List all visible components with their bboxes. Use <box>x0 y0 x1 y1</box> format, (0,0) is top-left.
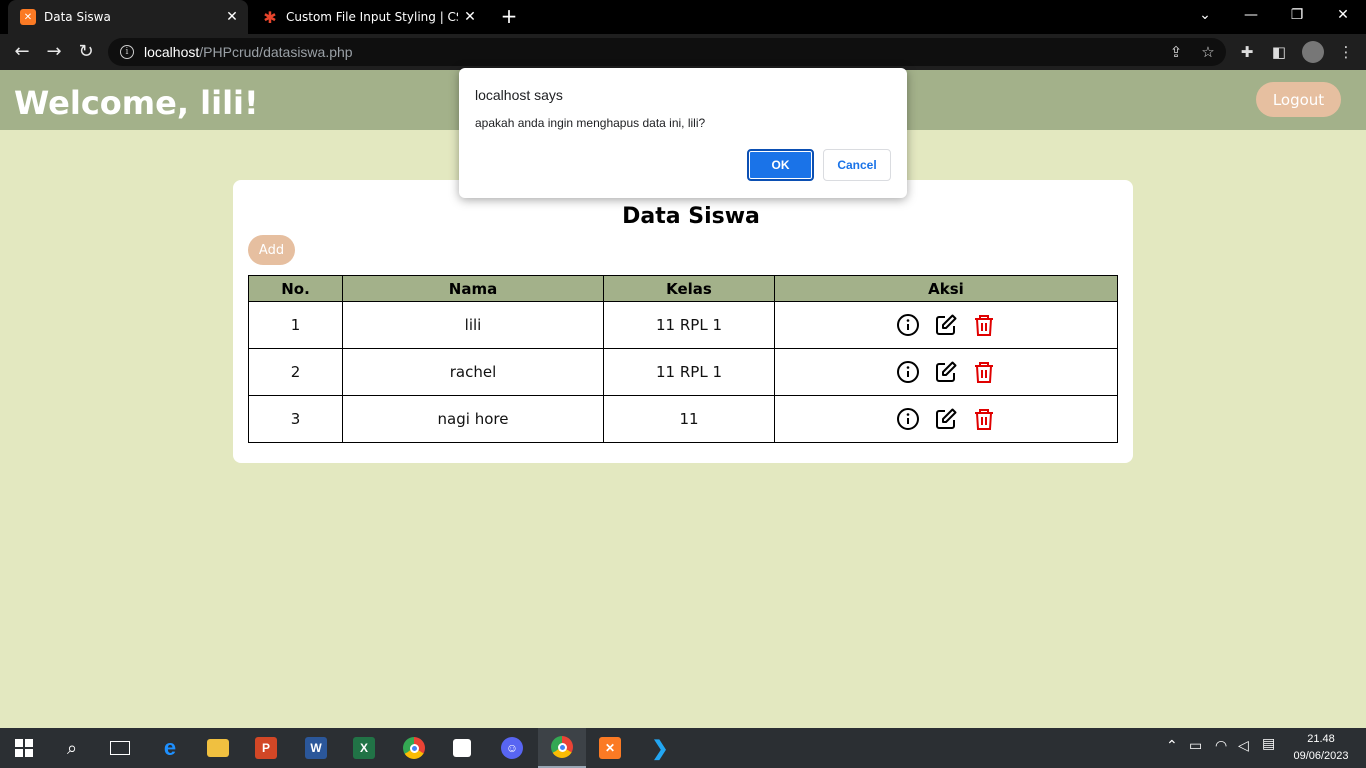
logout-button[interactable]: Logout <box>1256 82 1341 117</box>
task-view-icon[interactable] <box>96 728 144 768</box>
volume-muted-icon[interactable]: ◁ <box>1238 738 1249 754</box>
battery-icon[interactable]: ▭ <box>1189 738 1202 754</box>
vscode-icon[interactable]: ❯ <box>636 728 684 768</box>
data-card: Data Siswa Add No. Nama Kelas Aksi 1 lil… <box>233 180 1133 463</box>
profile-avatar[interactable] <box>1302 41 1324 63</box>
bookmark-star-icon[interactable]: ☆ <box>1198 42 1218 62</box>
site-info-icon[interactable]: i <box>120 45 134 59</box>
notification-icon[interactable]: ▤ <box>1262 736 1275 752</box>
word-icon[interactable]: W <box>292 728 340 768</box>
welcome-heading: Welcome, lili! <box>14 84 259 122</box>
cell-aksi <box>774 395 1118 443</box>
forward-button[interactable]: → <box>42 40 66 64</box>
confirm-dialog: localhost says apakah anda ingin menghap… <box>459 68 907 198</box>
chrome-icon[interactable] <box>390 728 438 768</box>
url-path: /PHPcrud/datasiswa.php <box>199 44 353 60</box>
card-title: Data Siswa <box>622 204 760 229</box>
info-icon[interactable] <box>896 360 920 384</box>
excel-icon[interactable]: X <box>340 728 388 768</box>
restore-button[interactable]: ❐ <box>1274 0 1320 30</box>
cell-aksi <box>774 348 1118 396</box>
cancel-button[interactable]: Cancel <box>823 149 891 181</box>
tab-title: Custom File Input Styling | CSS-Tr <box>286 10 458 24</box>
reload-button[interactable]: ↻ <box>74 40 98 64</box>
dialog-origin: localhost says <box>475 87 563 103</box>
xampp-icon: ✕ <box>20 9 36 25</box>
browser-tab-strip: ✕ Data Siswa ✕ ✱ Custom File Input Styli… <box>0 0 1366 34</box>
cell-no: 3 <box>248 395 343 443</box>
css-tricks-star-icon: ✱ <box>263 7 277 27</box>
url-host: localhost <box>144 44 200 60</box>
dialog-message: apakah anda ingin menghapus data ini, li… <box>475 116 706 130</box>
xampp-taskbar-icon[interactable]: ✕ <box>586 728 634 768</box>
cell-aksi <box>774 301 1118 349</box>
cell-kelas: 11 RPL 1 <box>603 301 775 349</box>
clock-time: 21.48 <box>1307 733 1335 745</box>
table-header-row: No. Nama Kelas Aksi <box>248 275 1118 302</box>
column-header-nama: Nama <box>342 275 604 302</box>
discord-icon[interactable]: ☺ <box>488 728 536 768</box>
search-icon[interactable]: ⌕ <box>48 728 96 768</box>
cell-nama: nagi hore <box>342 395 604 443</box>
tab-search-button[interactable]: ⌄ <box>1182 0 1228 30</box>
cell-no: 1 <box>248 301 343 349</box>
file-explorer-icon[interactable] <box>194 728 242 768</box>
browser-toolbar: ← → ↻ i localhost/PHPcrud/datasiswa.php … <box>0 34 1366 70</box>
close-icon[interactable]: ✕ <box>458 9 482 25</box>
edge-icon[interactable]: e <box>146 728 194 768</box>
system-clock[interactable]: 21.48 09/06/2023 <box>1288 731 1354 765</box>
ok-button[interactable]: OK <box>747 149 814 181</box>
windows-start-icon[interactable] <box>0 728 48 768</box>
tab-css-tricks[interactable]: ✱ Custom File Input Styling | CSS-Tr ✕ <box>250 0 486 34</box>
info-icon[interactable] <box>896 407 920 431</box>
tab-title: Data Siswa <box>44 10 111 24</box>
chevron-up-icon[interactable]: ⌃ <box>1166 738 1178 754</box>
back-button[interactable]: ← <box>10 40 34 64</box>
taskbar: ⌕ e P W X ☺ ✕ ❯ ⌃ ▭ ◠ ◁ 21.48 09/06/2023… <box>0 728 1366 768</box>
table-row: 2 rachel 11 RPL 1 <box>248 348 1118 396</box>
info-icon[interactable] <box>896 313 920 337</box>
edit-icon[interactable] <box>934 407 958 431</box>
cell-kelas: 11 <box>603 395 775 443</box>
column-header-no: No. <box>248 275 343 302</box>
chrome-active-icon[interactable] <box>538 728 586 768</box>
data-table: No. Nama Kelas Aksi 1 lili 11 RPL 1 2 ra… <box>248 275 1118 443</box>
add-button[interactable]: Add <box>248 235 295 265</box>
menu-icon[interactable]: ⋮ <box>1336 42 1356 62</box>
microsoft-store-icon[interactable] <box>438 728 486 768</box>
cell-nama: lili <box>342 301 604 349</box>
table-row: 1 lili 11 RPL 1 <box>248 301 1118 349</box>
tab-data-siswa[interactable]: ✕ Data Siswa ✕ <box>8 0 248 34</box>
edit-icon[interactable] <box>934 313 958 337</box>
clock-date: 09/06/2023 <box>1293 750 1349 762</box>
window-close-button[interactable]: ✕ <box>1320 0 1366 30</box>
column-header-kelas: Kelas <box>603 275 775 302</box>
edit-icon[interactable] <box>934 360 958 384</box>
delete-trash-icon[interactable] <box>972 360 996 384</box>
new-tab-button[interactable]: + <box>497 4 521 28</box>
column-header-aksi: Aksi <box>774 275 1118 302</box>
cell-kelas: 11 RPL 1 <box>603 348 775 396</box>
wifi-icon[interactable]: ◠ <box>1215 738 1227 754</box>
cell-nama: rachel <box>342 348 604 396</box>
close-icon[interactable]: ✕ <box>220 9 244 25</box>
delete-trash-icon[interactable] <box>972 313 996 337</box>
delete-trash-icon[interactable] <box>972 407 996 431</box>
minimize-button[interactable]: — <box>1228 0 1274 30</box>
share-icon[interactable]: ⇪ <box>1166 42 1186 62</box>
cell-no: 2 <box>248 348 343 396</box>
address-bar[interactable]: i localhost/PHPcrud/datasiswa.php <box>108 38 1226 66</box>
table-row: 3 nagi hore 11 <box>248 395 1118 443</box>
extensions-icon[interactable]: ✚ <box>1237 42 1257 62</box>
powerpoint-icon[interactable]: P <box>242 728 290 768</box>
side-panel-icon[interactable]: ◧ <box>1269 42 1289 62</box>
